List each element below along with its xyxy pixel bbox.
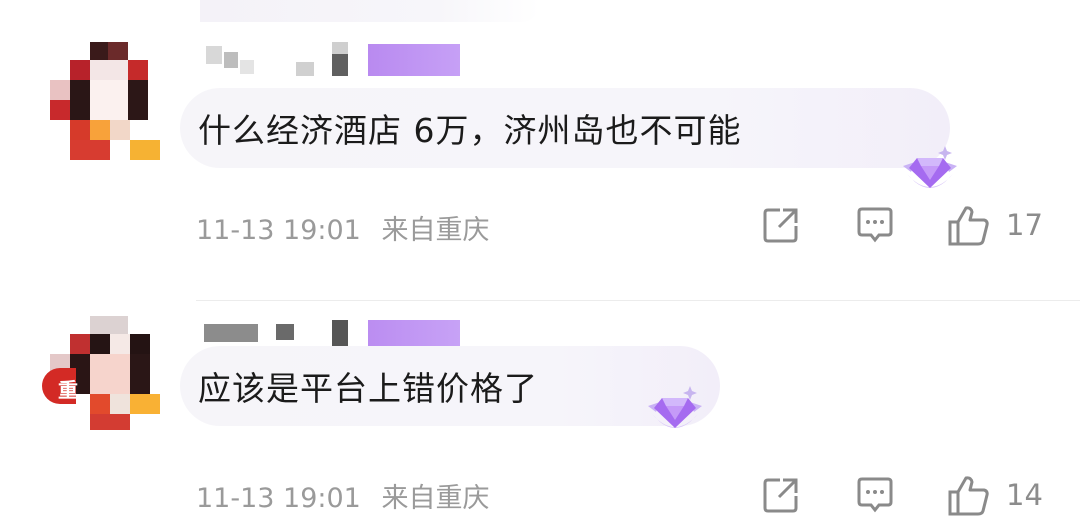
- comment-actions: 17: [760, 204, 1060, 248]
- comment-actions: 14: [760, 474, 1060, 517]
- like-count: 14: [1006, 478, 1043, 512]
- comment-icon[interactable]: [854, 474, 896, 516]
- location: 来自重庆: [381, 215, 490, 246]
- comment-item: 重 应该是平台上错价格了 11-13 19:01 来自重庆 14: [0, 298, 1080, 517]
- comment-bubble: 应该是平台上错价格了: [180, 346, 720, 426]
- timestamp: 11-13 19:01: [196, 215, 361, 246]
- comment-text: 应该是平台上错价格了: [198, 369, 538, 408]
- diamond-badge-icon: [648, 386, 702, 428]
- thumbs-up-icon[interactable]: [946, 204, 992, 248]
- like-count: 17: [1006, 208, 1043, 242]
- comment-bubble: 什么经济酒店 6万，济州岛也不可能: [180, 88, 950, 168]
- share-icon[interactable]: [760, 474, 802, 516]
- comment-text: 什么经济酒店 6万，济州岛也不可能: [198, 111, 742, 150]
- comment-item: 什么经济酒店 6万，济州岛也不可能 11-13 19:01 来自重庆 17: [0, 30, 1080, 301]
- comment-meta: 11-13 19:01 来自重庆: [196, 208, 501, 247]
- share-icon[interactable]: [760, 204, 802, 246]
- timestamp: 11-13 19:01: [196, 483, 361, 514]
- location: 来自重庆: [381, 483, 490, 514]
- diamond-badge-icon: [903, 146, 957, 188]
- comment-meta: 11-13 19:01 来自重庆: [196, 476, 501, 515]
- avatar[interactable]: [50, 42, 168, 160]
- username-redacted[interactable]: [200, 40, 480, 80]
- avatar[interactable]: 重: [42, 316, 168, 434]
- comment-icon[interactable]: [854, 204, 896, 246]
- previous-bubble-edge: [200, 0, 540, 22]
- avatar-badge-text: 重: [58, 378, 78, 402]
- thumbs-up-icon[interactable]: [946, 474, 992, 517]
